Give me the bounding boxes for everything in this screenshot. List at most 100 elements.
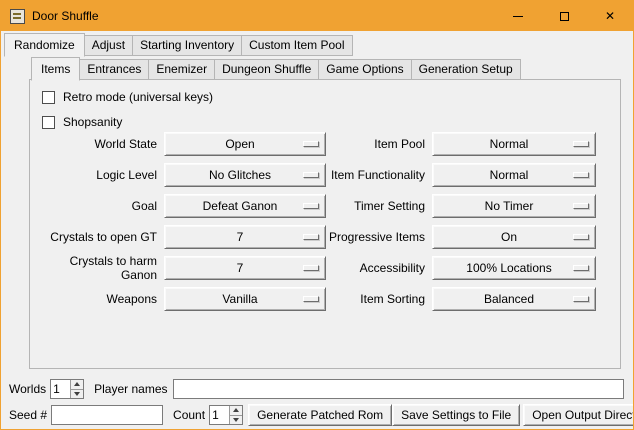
tab-generation-setup[interactable]: Generation Setup [411, 59, 521, 80]
accessibility-dropdown[interactable]: 100% Locations [432, 256, 596, 280]
worlds-input[interactable] [51, 380, 70, 398]
spin-down-button[interactable] [229, 415, 242, 425]
window-controls: ✕ [495, 1, 633, 31]
item-pool-label: Item Pool [326, 137, 432, 151]
world-state-dropdown[interactable]: Open [164, 132, 326, 156]
timer-setting-value: No Timer [433, 199, 595, 213]
dropdown-indicator-icon [573, 172, 589, 178]
timer-setting-label: Timer Setting [326, 199, 432, 213]
dropdown-indicator-icon [573, 234, 589, 240]
crystals-gt-dropdown[interactable]: 7 [164, 225, 326, 249]
tab-starting-inventory[interactable]: Starting Inventory [132, 35, 242, 56]
item-functionality-dropdown[interactable]: Normal [432, 163, 596, 187]
settings-row: Logic Level No Glitches Item Functionali… [36, 163, 596, 187]
tab-randomize[interactable]: Randomize [4, 33, 85, 57]
player-names-input[interactable] [173, 379, 625, 399]
goal-dropdown[interactable]: Defeat Ganon [164, 194, 326, 218]
player-names-label: Player names [94, 382, 167, 396]
dropdown-indicator-icon [573, 203, 589, 209]
weapons-label: Weapons [36, 292, 164, 306]
item-sorting-value: Balanced [433, 292, 595, 306]
goal-label: Goal [36, 199, 164, 213]
dropdown-indicator-icon [573, 265, 589, 271]
tab-entrances[interactable]: Entrances [79, 59, 149, 80]
shopsanity-checkbox[interactable] [42, 116, 55, 129]
world-state-value: Open [165, 137, 325, 151]
count-input[interactable] [210, 406, 229, 424]
retro-mode-label: Retro mode (universal keys) [63, 90, 213, 104]
seed-input[interactable] [51, 405, 163, 425]
shopsanity-row[interactable]: Shopsanity [42, 114, 122, 130]
timer-setting-dropdown[interactable]: No Timer [432, 194, 596, 218]
logic-level-label: Logic Level [36, 168, 164, 182]
randomize-tab-bar: Items Entrances Enemizer Dungeon Shuffle… [31, 57, 521, 80]
item-functionality-value: Normal [433, 168, 595, 182]
seed-label: Seed # [9, 408, 47, 422]
accessibility-label: Accessibility [326, 261, 432, 275]
progressive-items-dropdown[interactable]: On [432, 225, 596, 249]
worlds-label: Worlds [9, 382, 46, 396]
tab-dungeon-shuffle[interactable]: Dungeon Shuffle [214, 59, 319, 80]
count-spinner[interactable] [209, 405, 243, 425]
door-shuffle-window: Door Shuffle ✕ Randomize Adjust Starting… [0, 0, 634, 430]
dropdown-indicator-icon [303, 265, 319, 271]
tab-game-options[interactable]: Game Options [318, 59, 411, 80]
item-pool-value: Normal [433, 137, 595, 151]
tab-items[interactable]: Items [31, 57, 80, 81]
settings-row: Crystals to open GT 7 Progressive Items … [36, 225, 596, 249]
up-arrow-icon [233, 408, 239, 412]
up-arrow-icon [74, 382, 80, 386]
crystals-gt-label: Crystals to open GT [36, 230, 164, 244]
tab-custom-item-pool[interactable]: Custom Item Pool [241, 35, 352, 56]
world-state-label: World State [36, 137, 164, 151]
multiworld-row: Worlds Player names [9, 378, 624, 400]
spin-down-button[interactable] [70, 389, 83, 399]
spin-up-button[interactable] [70, 380, 83, 389]
shopsanity-label: Shopsanity [63, 115, 122, 129]
worlds-spinner[interactable] [50, 379, 84, 399]
window-title: Door Shuffle [32, 9, 99, 23]
app-icon [10, 9, 25, 24]
dropdown-indicator-icon [303, 296, 319, 302]
generation-row: Seed # Count Generate Patched Rom Save S… [9, 404, 624, 426]
minimize-icon [513, 16, 523, 17]
logic-level-dropdown[interactable]: No Glitches [164, 163, 326, 187]
spin-up-button[interactable] [229, 406, 242, 415]
settings-grid: World State Open Item Pool Normal Logic … [36, 132, 596, 318]
crystals-ganon-value: 7 [165, 261, 325, 275]
down-arrow-icon [74, 392, 80, 396]
save-settings-button[interactable]: Save Settings to File [392, 404, 520, 426]
settings-row: Goal Defeat Ganon Timer Setting No Timer [36, 194, 596, 218]
maximize-button[interactable] [541, 1, 587, 31]
item-functionality-label: Item Functionality [326, 168, 432, 182]
settings-row: Crystals to harm Ganon 7 Accessibility 1… [36, 256, 596, 280]
crystals-ganon-label: Crystals to harm Ganon [36, 254, 164, 282]
crystals-gt-value: 7 [165, 230, 325, 244]
tab-adjust[interactable]: Adjust [84, 35, 133, 56]
dropdown-indicator-icon [303, 203, 319, 209]
tab-enemizer[interactable]: Enemizer [148, 59, 215, 80]
crystals-ganon-dropdown[interactable]: 7 [164, 256, 326, 280]
logic-level-value: No Glitches [165, 168, 325, 182]
open-output-directory-button[interactable]: Open Output Directory [523, 404, 634, 426]
dropdown-indicator-icon [303, 234, 319, 240]
count-label: Count [173, 408, 205, 422]
titlebar[interactable]: Door Shuffle ✕ [1, 1, 633, 31]
dropdown-indicator-icon [303, 141, 319, 147]
close-button[interactable]: ✕ [587, 1, 633, 31]
minimize-button[interactable] [495, 1, 541, 31]
close-icon: ✕ [605, 10, 615, 22]
weapons-dropdown[interactable]: Vanilla [164, 287, 326, 311]
retro-mode-row[interactable]: Retro mode (universal keys) [42, 89, 213, 105]
generate-patched-rom-button[interactable]: Generate Patched Rom [248, 404, 392, 426]
main-tab-bar: Randomize Adjust Starting Inventory Cust… [4, 33, 353, 56]
dropdown-indicator-icon [573, 296, 589, 302]
item-sorting-dropdown[interactable]: Balanced [432, 287, 596, 311]
retro-mode-checkbox[interactable] [42, 91, 55, 104]
progressive-items-label: Progressive Items [326, 230, 432, 244]
maximize-icon [560, 12, 569, 21]
settings-row: Weapons Vanilla Item Sorting Balanced [36, 287, 596, 311]
dropdown-indicator-icon [573, 141, 589, 147]
goal-value: Defeat Ganon [165, 199, 325, 213]
item-pool-dropdown[interactable]: Normal [432, 132, 596, 156]
